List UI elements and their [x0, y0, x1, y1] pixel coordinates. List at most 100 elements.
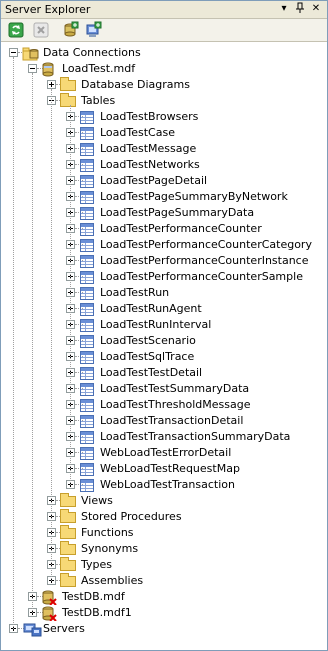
table-name-label: LoadTestMessage	[100, 142, 197, 155]
refresh-button[interactable]	[7, 21, 25, 39]
close-icon[interactable]: ✕	[309, 2, 323, 16]
table-node[interactable]: LoadTestRun	[1, 285, 327, 301]
servers-icon	[22, 622, 42, 637]
table-name-label: LoadTestBrowsers	[100, 110, 199, 123]
table-node[interactable]: LoadTestSqlTrace	[1, 349, 327, 365]
tree-guide-line	[70, 105, 71, 485]
table-node[interactable]: LoadTestRunAgent	[1, 301, 327, 317]
database-node[interactable]: TestDB.mdf	[1, 589, 327, 606]
servers-node[interactable]: Servers	[1, 621, 327, 637]
table-icon	[80, 127, 94, 140]
table-node[interactable]: LoadTestPageSummaryData	[1, 205, 327, 221]
pin-icon[interactable]	[293, 2, 307, 16]
expand-icon[interactable]	[47, 80, 56, 89]
folder-icon	[60, 493, 76, 507]
data-connections-icon	[22, 46, 39, 61]
table-icon	[80, 415, 94, 428]
stop-icon	[33, 22, 49, 38]
table-node[interactable]: LoadTestTransactionSummaryData	[1, 429, 327, 445]
servers-label: Servers	[43, 622, 85, 635]
table-node[interactable]: WebLoadTestRequestMap	[1, 461, 327, 477]
data-connections-node[interactable]: Data Connections	[1, 45, 327, 61]
tree-guide-line	[32, 73, 33, 613]
table-icon	[80, 399, 94, 412]
table-icon	[80, 479, 94, 492]
table-node[interactable]: LoadTestPerformanceCounter	[1, 221, 327, 237]
folder-node[interactable]: Assemblies	[1, 573, 327, 589]
table-name-label: LoadTestTestSummaryData	[100, 382, 250, 395]
table-node[interactable]: LoadTestTestDetail	[1, 365, 327, 381]
table-icon	[80, 335, 94, 348]
table-node[interactable]: LoadTestTransactionDetail	[1, 413, 327, 429]
tables-folder[interactable]: Tables	[1, 93, 327, 109]
folder-icon	[60, 573, 76, 587]
folder-node[interactable]: Views	[1, 493, 327, 509]
database-disconnected-icon	[41, 590, 57, 606]
database-icon	[41, 62, 57, 77]
table-icon	[80, 271, 94, 284]
table-name-label: LoadTestPerformanceCounter	[100, 222, 262, 235]
table-node[interactable]: LoadTestNetworks	[1, 157, 327, 173]
connect-database-icon	[64, 21, 79, 37]
table-icon	[80, 143, 94, 156]
dropdown-arrow-icon[interactable]: ▾	[277, 2, 291, 16]
folder-node[interactable]: Stored Procedures	[1, 509, 327, 525]
table-node[interactable]: WebLoadTestTransaction	[1, 477, 327, 493]
table-name-label: LoadTestTransactionSummaryData	[100, 430, 291, 443]
window-title: Server Explorer	[5, 3, 91, 16]
table-icon	[80, 239, 94, 252]
folder-icon	[60, 557, 76, 571]
table-icon	[80, 287, 94, 300]
database-name-label: TestDB.mdf	[62, 590, 125, 603]
table-node[interactable]: LoadTestMessage	[1, 141, 327, 157]
table-icon	[80, 431, 94, 444]
collapse-icon[interactable]	[9, 48, 18, 57]
table-node[interactable]: LoadTestPerformanceCounterCategory	[1, 237, 327, 253]
table-node[interactable]: LoadTestScenario	[1, 333, 327, 349]
stop-refresh-button[interactable]	[32, 21, 50, 39]
table-name-label: LoadTestScenario	[100, 334, 196, 347]
table-node[interactable]: LoadTestPageDetail	[1, 173, 327, 189]
table-name-label: LoadTestPageSummaryByNetwork	[100, 190, 288, 203]
table-node[interactable]: LoadTestBrowsers	[1, 109, 327, 125]
table-node[interactable]: WebLoadTestErrorDetail	[1, 445, 327, 461]
folder-node[interactable]: Synonyms	[1, 541, 327, 557]
folder-node[interactable]: Functions	[1, 525, 327, 541]
table-icon	[80, 447, 94, 460]
loadtest-db-node[interactable]: LoadTest.mdf	[1, 61, 327, 77]
table-node[interactable]: LoadTestThresholdMessage	[1, 397, 327, 413]
database-diagrams-folder[interactable]: Database Diagrams	[1, 77, 327, 93]
folder-icon	[60, 525, 76, 539]
table-icon	[80, 111, 94, 124]
table-name-label: LoadTestTransactionDetail	[100, 414, 244, 427]
server-explorer-tree[interactable]: Data Connections LoadTest.mdf Database Dia…	[1, 42, 327, 650]
table-node[interactable]: LoadTestRunInterval	[1, 317, 327, 333]
table-node[interactable]: LoadTestPerformanceCounterInstance	[1, 253, 327, 269]
table-icon	[80, 463, 94, 476]
table-name-label: LoadTestSqlTrace	[100, 350, 195, 363]
database-node[interactable]: TestDB.mdf1	[1, 605, 327, 622]
table-name-label: LoadTestCase	[100, 126, 175, 139]
collapse-icon[interactable]	[28, 64, 37, 73]
table-icon	[80, 223, 94, 236]
connect-database-button[interactable]	[61, 21, 79, 39]
folder-icon	[60, 541, 76, 555]
folder-icon	[60, 93, 76, 107]
folder-label: Database Diagrams	[81, 78, 190, 91]
table-icon	[80, 191, 94, 204]
tree-guide-line	[51, 89, 52, 581]
table-node[interactable]: LoadTestTestSummaryData	[1, 381, 327, 397]
database-name-label: TestDB.mdf1	[62, 606, 132, 619]
table-name-label: LoadTestRunInterval	[100, 318, 212, 331]
connect-server-button[interactable]	[84, 21, 102, 39]
folder-node[interactable]: Types	[1, 557, 327, 573]
table-node[interactable]: LoadTestPageSummaryByNetwork	[1, 189, 327, 205]
table-node[interactable]: LoadTestCase	[1, 125, 327, 141]
title-bar: Server Explorer ▾ ✕	[1, 1, 327, 19]
folder-label: Synonyms	[81, 542, 139, 555]
table-icon	[80, 175, 94, 188]
table-icon	[80, 255, 94, 268]
table-icon	[80, 367, 94, 380]
table-node[interactable]: LoadTestPerformanceCounterSample	[1, 269, 327, 285]
table-icon	[80, 303, 94, 316]
